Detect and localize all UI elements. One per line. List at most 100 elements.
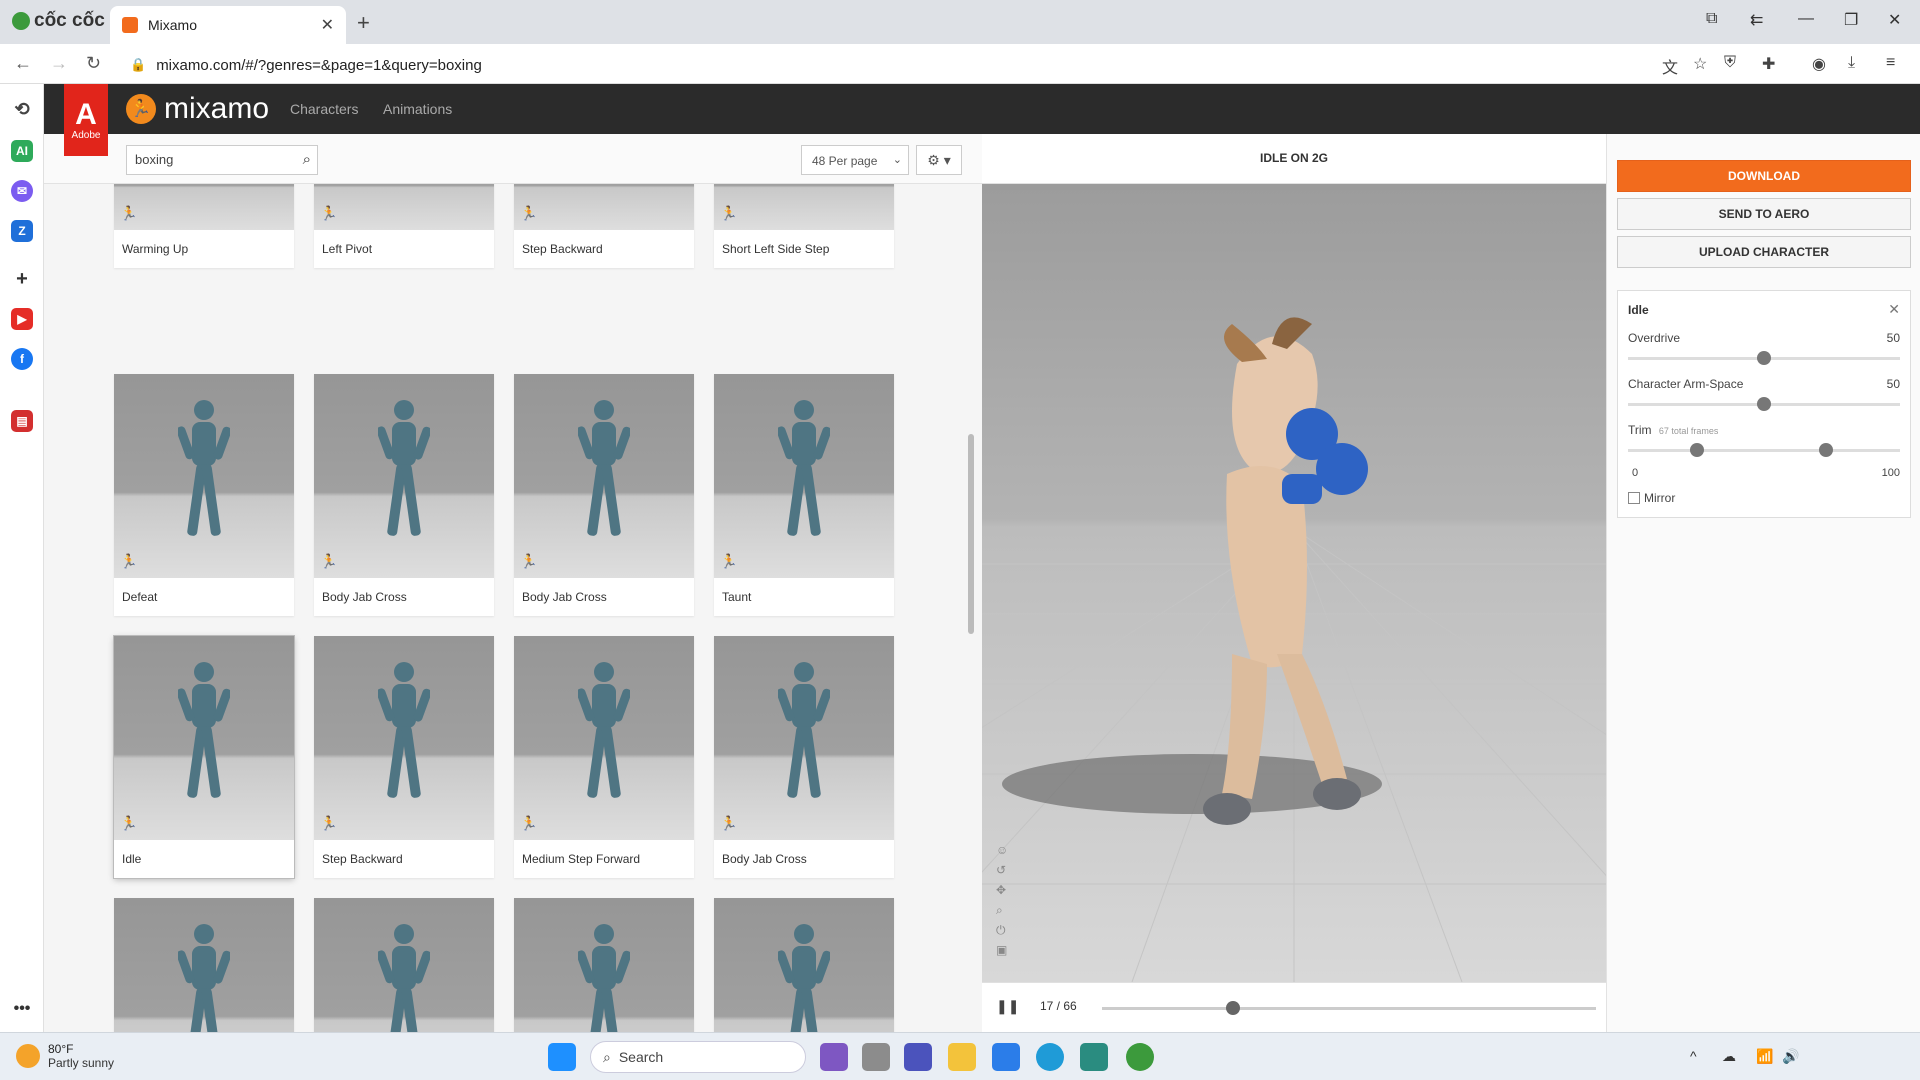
bookmark-star-icon[interactable]: ☆ (1693, 54, 1707, 74)
power-icon[interactable]: ⏻ (996, 920, 1008, 940)
nav-characters[interactable]: Characters (290, 101, 358, 117)
add-sidebar-icon[interactable]: + (11, 268, 33, 290)
3d-viewport[interactable] (982, 184, 1606, 982)
new-tab-button[interactable]: + (357, 10, 370, 36)
reload-icon[interactable]: ↻ (86, 53, 101, 74)
mirror-checkbox[interactable] (1628, 492, 1640, 504)
settings-panel: DOWNLOAD SEND TO AERO UPLOAD CHARACTER I… (1606, 134, 1920, 1032)
per-page-select[interactable]: 48 Per page ⌄ (801, 145, 909, 175)
timeline-slider[interactable] (1102, 1001, 1596, 1015)
viewer-title: IDLE ON 2G (982, 134, 1606, 184)
animation-card[interactable]: 🏃 Taunt (714, 374, 894, 616)
screen-capture-icon[interactable]: ⧉ (1706, 10, 1717, 28)
download-icon[interactable]: ⤓ (1848, 54, 1855, 72)
animation-card[interactable]: 🏃 Step Backward (314, 636, 494, 878)
animation-card[interactable]: 🏃 Medium Step Forward (514, 636, 694, 878)
search-icon[interactable]: ⌕ (303, 151, 311, 168)
timeline-knob[interactable] (1226, 1001, 1240, 1015)
trim-end-knob[interactable] (1819, 443, 1833, 457)
shield-icon[interactable]: ⛨ (1724, 54, 1736, 72)
coccoc-app-icon[interactable] (1126, 1043, 1154, 1071)
animation-card-label: Short Left Side Step (722, 242, 830, 256)
more-icon[interactable]: ••• (11, 998, 33, 1020)
animation-card-label: Body Jab Cross (722, 852, 807, 866)
overdrive-knob[interactable] (1757, 351, 1771, 365)
start-icon[interactable] (548, 1043, 576, 1071)
window-close-icon[interactable]: ✕ (1888, 10, 1901, 30)
weather-widget[interactable]: 80°F Partly sunny (16, 1042, 114, 1070)
armspace-knob[interactable] (1757, 397, 1771, 411)
chevron-down-icon: ⌄ (892, 154, 902, 166)
back-icon[interactable]: ← (14, 53, 32, 74)
mixamo-logo[interactable]: 🏃 mixamo (126, 92, 269, 126)
animation-card-label: Defeat (122, 590, 158, 604)
send-to-aero-button[interactable]: SEND TO AERO (1617, 198, 1911, 230)
trim-slider[interactable] (1628, 443, 1900, 457)
wifi-icon[interactable]: 📶 (1756, 1048, 1773, 1065)
folder-icon[interactable] (948, 1043, 976, 1071)
store-icon[interactable] (992, 1043, 1020, 1071)
runner-icon: 🏃 (520, 205, 538, 221)
animation-card[interactable]: 🏃 Body Jab Cross (714, 636, 894, 878)
list-scrollbar[interactable] (968, 434, 974, 634)
zalo-icon[interactable]: Z (11, 220, 33, 242)
youtube-icon[interactable]: ▶ (11, 308, 33, 330)
mixamo-app-icon[interactable] (1080, 1043, 1108, 1071)
trim-start-knob[interactable] (1690, 443, 1704, 457)
file-manager-icon[interactable] (862, 1043, 890, 1071)
messenger-icon[interactable]: ✉ (11, 180, 33, 202)
extensions-icon[interactable]: ✚ (1762, 54, 1775, 74)
chevron-up-icon[interactable]: ^ (1690, 1048, 1697, 1064)
search-input[interactable]: boxing ⌕ (126, 145, 318, 175)
tab-close-icon[interactable]: ✕ (321, 15, 334, 35)
minimize-icon[interactable]: — (1798, 10, 1814, 28)
animation-card[interactable]: 🏃 (514, 898, 694, 1032)
pause-button[interactable]: ❚❚ (996, 998, 1019, 1015)
animation-card[interactable]: 🏃 (114, 898, 294, 1032)
animation-card[interactable]: 🏃 Body Jab Cross (514, 374, 694, 616)
restore-icon[interactable]: ❐ (1844, 10, 1858, 30)
browser-brand-text: cốc cốc (34, 10, 105, 31)
nav-animations[interactable]: Animations (383, 101, 452, 117)
animation-card-label: Idle (122, 852, 142, 866)
translate-icon[interactable]: 文 (1662, 54, 1678, 78)
ai-icon[interactable]: AI (11, 140, 33, 162)
back-tab-icon[interactable]: ⇇ (1750, 10, 1763, 30)
taskbar-search[interactable]: ⌕ Search (590, 1041, 806, 1073)
url-field[interactable]: 🔒 mixamo.com/#/?genres=&page=1&query=box… (130, 52, 1650, 78)
mirror-label: Mirror (1644, 491, 1676, 505)
overdrive-slider[interactable] (1628, 351, 1900, 365)
character-figure (376, 398, 432, 548)
adobe-logo[interactable]: A Adobe (64, 84, 108, 156)
menu-icon[interactable]: ≡ (1886, 54, 1895, 72)
edge-icon[interactable] (1036, 1043, 1064, 1071)
cloud-icon[interactable]: ☁ (1722, 1048, 1736, 1065)
upload-character-button[interactable]: UPLOAD CHARACTER (1617, 236, 1911, 268)
animation-card[interactable]: 🏃 Body Jab Cross (314, 374, 494, 616)
reset-view-icon[interactable]: ↺ (996, 860, 1008, 880)
download-button[interactable]: DOWNLOAD (1617, 160, 1911, 192)
tab-mixamo[interactable]: Mixamo ✕ (110, 6, 346, 44)
adobe-a-icon: A (75, 97, 97, 131)
character-icon[interactable]: ☺ (996, 840, 1008, 860)
animation-card[interactable]: 🏃 (314, 898, 494, 1032)
volume-icon[interactable]: 🔊 (1782, 1048, 1799, 1065)
armspace-slider[interactable] (1628, 397, 1900, 411)
pan-icon[interactable]: ✥ (996, 880, 1008, 900)
animation-card[interactable]: 🏃 Idle (114, 636, 294, 878)
zoom-icon[interactable]: ⌕ (996, 900, 1008, 920)
news-icon[interactable]: ▤ (11, 410, 33, 432)
settings-gear-button[interactable]: ⚙ ▾ (916, 145, 962, 175)
forward-icon[interactable]: → (50, 53, 68, 74)
camera-icon[interactable]: ▣ (996, 940, 1008, 960)
copilot-icon[interactable] (820, 1043, 848, 1071)
history-icon[interactable]: ⟲ (11, 98, 33, 120)
profile-icon[interactable]: ◉ (1812, 54, 1826, 74)
teams-icon[interactable] (904, 1043, 932, 1071)
close-icon[interactable]: ✕ (1888, 301, 1900, 318)
animation-card-label: Warming Up (122, 242, 189, 256)
facebook-icon[interactable]: f (11, 348, 33, 370)
animation-card[interactable]: 🏃 (714, 898, 894, 1032)
animation-card[interactable]: 🏃 Defeat (114, 374, 294, 616)
animation-thumbnail: 🏃 (714, 374, 894, 578)
